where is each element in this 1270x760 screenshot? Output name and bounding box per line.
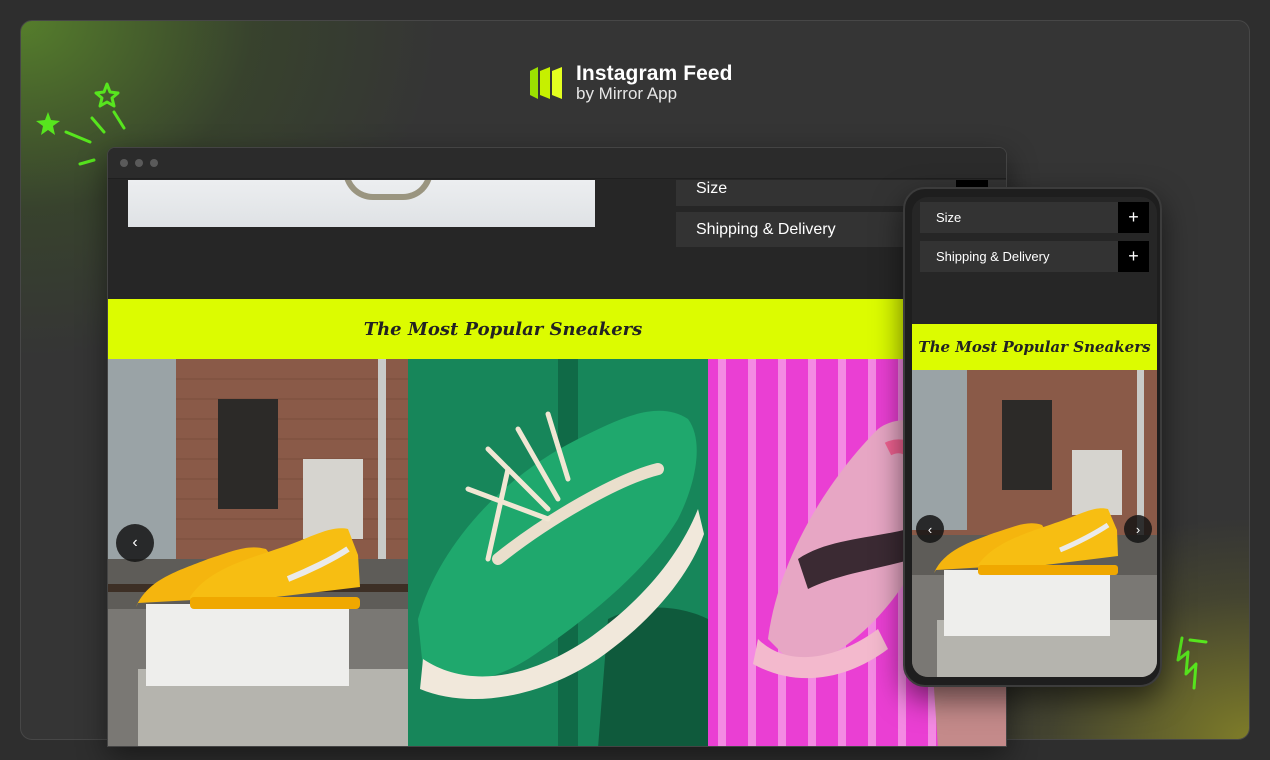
brand-title: Instagram Feed: [576, 62, 733, 85]
product-image: [128, 180, 595, 227]
section-banner: The Most Popular Sneakers: [108, 299, 1006, 359]
yellow-sneakers-photo: [912, 370, 1157, 677]
mirror-app-logo-icon: [530, 66, 562, 99]
instagram-gallery: ‹: [108, 359, 1006, 746]
yellow-sneakers-photo: [108, 359, 408, 746]
gallery-item[interactable]: ‹: [108, 359, 408, 746]
mobile-phone-mock: Size + Shipping & Delivery + The Most Po…: [903, 187, 1162, 687]
mobile-accordion-shipping[interactable]: Shipping & Delivery +: [920, 241, 1149, 272]
brand-subtitle: by Mirror App: [576, 84, 678, 104]
window-dot: [150, 159, 158, 167]
mobile-gallery-item[interactable]: ‹ ›: [912, 370, 1157, 677]
desktop-browser-mock: Size + Shipping & Delivery + The Most Po…: [107, 147, 1007, 747]
green-sneaker-photo: [408, 359, 708, 746]
squiggle-decoration-icon: [1176, 636, 1208, 690]
mobile-next-arrow-icon[interactable]: ›: [1124, 515, 1152, 543]
accordion-shipping-label: Shipping & Delivery: [696, 220, 836, 238]
banner-title: The Most Popular Sneakers: [363, 318, 643, 340]
browser-title-bar: [108, 148, 1006, 179]
window-dot: [120, 159, 128, 167]
window-dot: [135, 159, 143, 167]
prev-arrow-icon[interactable]: ‹: [116, 524, 154, 562]
brand-header: Instagram Feed by Mirror App: [528, 62, 733, 104]
mobile-section-banner: The Most Popular Sneakers: [912, 324, 1157, 370]
mobile-accordion-shipping-label: Shipping & Delivery: [936, 249, 1050, 264]
mobile-accordion-size[interactable]: Size +: [920, 202, 1149, 233]
phone-screen: Size + Shipping & Delivery + The Most Po…: [912, 197, 1157, 677]
plus-icon[interactable]: +: [1118, 202, 1149, 233]
plus-icon[interactable]: +: [1118, 241, 1149, 272]
gallery-item[interactable]: [408, 359, 708, 746]
mobile-banner-title: The Most Popular Sneakers: [918, 338, 1151, 356]
accordion-size-label: Size: [696, 180, 728, 197]
mobile-prev-arrow-icon[interactable]: ‹: [916, 515, 944, 543]
mobile-accordion-size-label: Size: [936, 210, 962, 225]
